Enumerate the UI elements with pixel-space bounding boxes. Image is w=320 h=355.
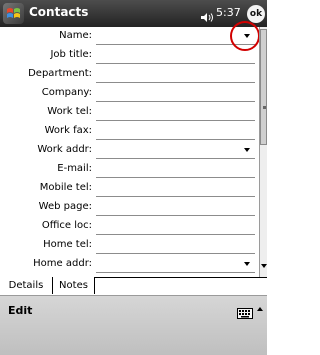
field-input-home-addr[interactable] (96, 272, 255, 273)
field-label: Company: (41, 87, 92, 98)
field-work-addr: Work addr: (0, 141, 258, 160)
dropdown-arrow-icon[interactable] (244, 262, 250, 266)
field-label: Web page: (38, 201, 92, 212)
field-input-work-fax[interactable] (96, 139, 255, 140)
field-label: Office loc: (41, 220, 92, 231)
menu-bar: Edit (0, 295, 267, 355)
app-title: Contacts (29, 5, 89, 19)
windows-flag-icon[interactable] (3, 3, 24, 24)
tab-strip: Details Notes (0, 277, 267, 296)
field-label: Name: (59, 30, 92, 41)
contact-form: Name: Job title: Department: Company: Work t… (0, 27, 258, 276)
field-mobile-tel: Mobile tel: (0, 179, 258, 198)
highlight-circle (230, 21, 260, 51)
field-label: Home tel: (43, 239, 92, 250)
field-office-loc: Office loc: (0, 217, 258, 236)
field-e-mail: E-mail: (0, 160, 258, 179)
scroll-down-icon[interactable] (261, 264, 267, 268)
dropdown-arrow-icon[interactable] (244, 148, 250, 152)
field-home-addr: Home addr: (0, 255, 258, 274)
field-input-department[interactable] (96, 82, 255, 83)
field-input-web-page[interactable] (96, 215, 255, 216)
ok-button[interactable]: ok (247, 5, 265, 23)
field-name: Name: (0, 27, 258, 46)
field-department: Department: (0, 65, 258, 84)
field-input-home-tel[interactable] (96, 253, 255, 254)
keyboard-icon[interactable] (237, 304, 253, 323)
tab-details[interactable]: Details (0, 277, 53, 294)
field-company: Company: (0, 84, 258, 103)
field-work-fax: Work fax: (0, 122, 258, 141)
field-input-office-loc[interactable] (96, 234, 255, 235)
field-input-work-addr[interactable] (96, 158, 255, 159)
field-job-title: Job title: (0, 46, 258, 65)
field-label: Work tel: (47, 106, 92, 117)
field-home-tel: Home tel: (0, 236, 258, 255)
field-label: Mobile tel: (39, 182, 92, 193)
edit-menu[interactable]: Edit (8, 304, 32, 317)
field-work-tel: Work tel: (0, 103, 258, 122)
field-label: Home addr: (33, 258, 92, 269)
field-label: Work addr: (37, 144, 92, 155)
scrollbar-grip-icon (263, 106, 266, 109)
field-input-company[interactable] (96, 101, 255, 102)
vertical-scrollbar[interactable] (259, 27, 267, 277)
field-input-name[interactable] (96, 44, 255, 45)
clock[interactable]: 5:37 (216, 6, 241, 19)
field-input-work-tel[interactable] (96, 120, 255, 121)
field-input-mobile-tel[interactable] (96, 196, 255, 197)
field-label: Department: (28, 68, 92, 79)
field-input-job-title[interactable] (96, 63, 255, 64)
field-label: E-mail: (57, 163, 92, 174)
field-input-e-mail[interactable] (96, 177, 255, 178)
field-label: Work fax: (44, 125, 92, 136)
tab-notes[interactable]: Notes (53, 277, 95, 294)
scrollbar-thumb[interactable] (260, 29, 267, 145)
speaker-icon[interactable] (200, 8, 214, 27)
field-label: Job title: (50, 49, 92, 60)
title-bar: Contacts 5:37 ok (0, 0, 267, 27)
field-web-page: Web page: (0, 198, 258, 217)
input-panel-arrow-icon[interactable] (257, 307, 263, 311)
